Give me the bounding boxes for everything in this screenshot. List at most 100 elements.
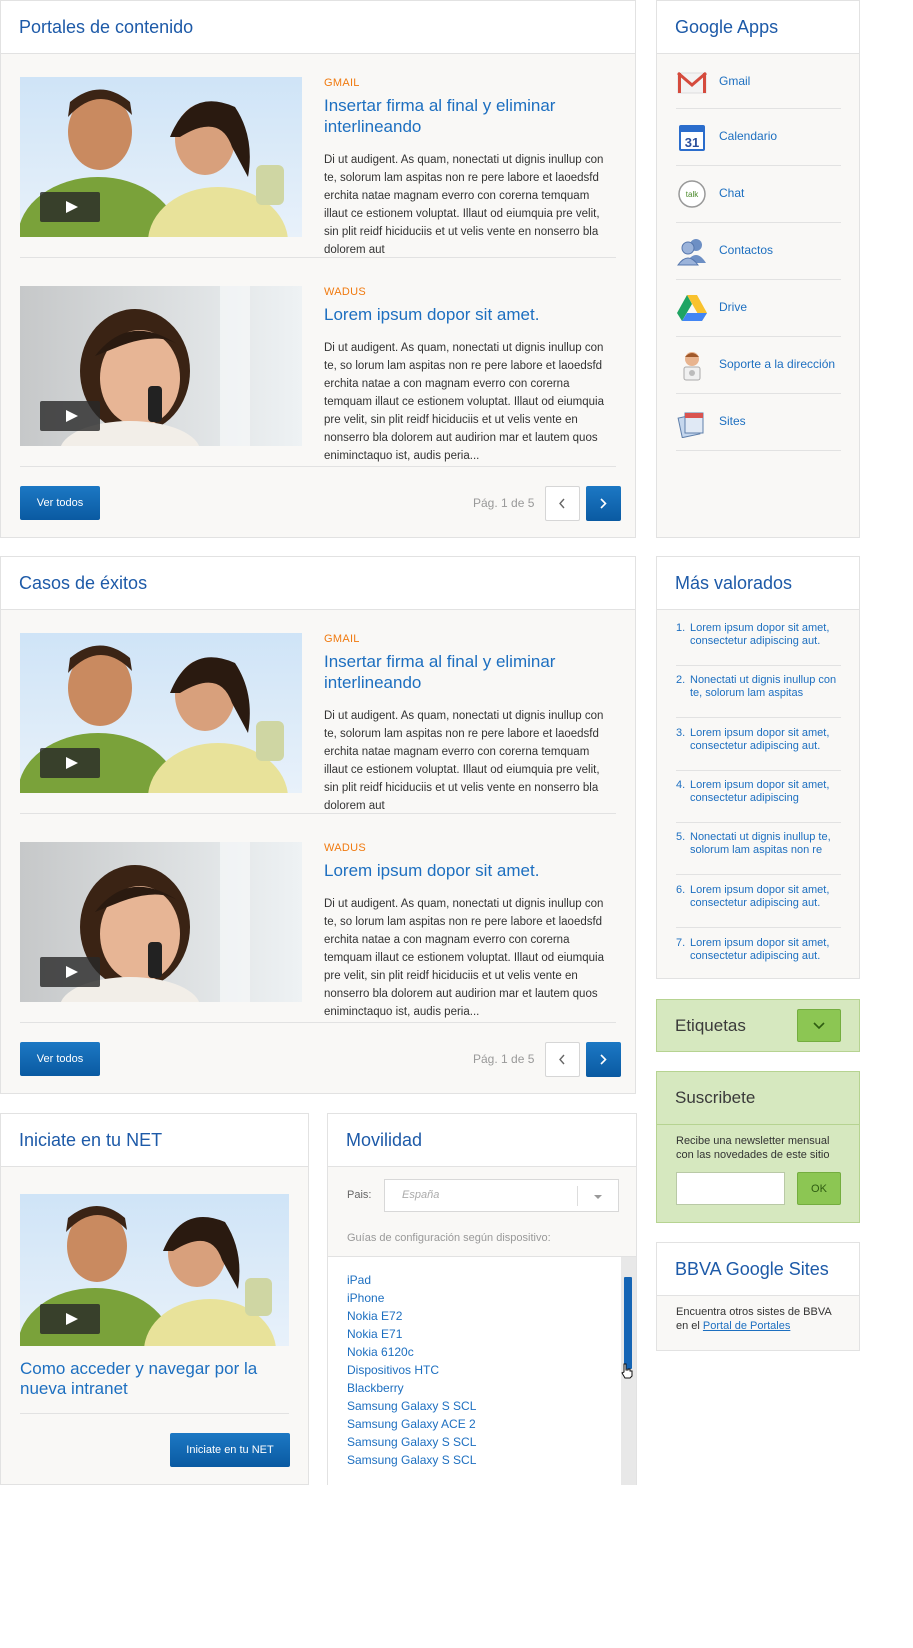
iniciate-caption[interactable]: Como acceder y navegar por la nueva intr… bbox=[20, 1359, 280, 1399]
article-title[interactable]: Insertar firma al final y eliminar inter… bbox=[324, 651, 616, 693]
device-link[interactable]: Dispositivos HTC bbox=[347, 1363, 439, 1377]
prev-page-button[interactable] bbox=[545, 1042, 580, 1077]
device-link[interactable]: Samsung Galaxy S SCL bbox=[347, 1399, 476, 1413]
chevron-left-icon bbox=[559, 498, 565, 509]
app-item-sites[interactable]: Sites bbox=[676, 394, 841, 451]
play-icon[interactable] bbox=[40, 1304, 100, 1334]
casos-card: Casos de éxitos GMAIL Insertar firma al … bbox=[0, 556, 636, 1094]
calendar-icon-text: 31 bbox=[685, 135, 699, 150]
video-thumbnail[interactable] bbox=[20, 286, 302, 446]
hand-cursor-icon bbox=[621, 1363, 633, 1379]
article-tag: GMAIL bbox=[324, 77, 360, 89]
gmail-icon bbox=[677, 71, 707, 94]
video-thumbnail[interactable] bbox=[20, 1194, 289, 1346]
sites-icon bbox=[677, 412, 704, 438]
app-item-contactos[interactable]: Contactos bbox=[676, 223, 841, 280]
contacts-icon bbox=[677, 239, 706, 266]
iniciate-title: Iniciate en tu NET bbox=[1, 1114, 308, 1167]
etiquetas-card[interactable]: Etiquetas bbox=[656, 999, 860, 1052]
ranked-item[interactable]: 1. Lorem ipsum dopor sit amet, consectetu… bbox=[676, 622, 841, 666]
divider bbox=[20, 257, 616, 258]
device-list[interactable]: iPad iPhone Nokia E72 Nokia E71 Nokia 61… bbox=[328, 1256, 636, 1485]
suscribete-title: Suscribete bbox=[675, 1088, 756, 1107]
ranked-item[interactable]: 5. Nonectati ut dignis inullup te, soloru… bbox=[676, 831, 841, 875]
article-tag: WADUS bbox=[324, 286, 367, 298]
app-label: Sites bbox=[719, 414, 746, 428]
mas-valorados-card: Más valorados 1. Lorem ipsum dopor sit am… bbox=[656, 556, 860, 979]
divider bbox=[20, 1413, 289, 1414]
movilidad-card: Movilidad Pais: España Guías de configur… bbox=[327, 1113, 637, 1485]
device-link[interactable]: Samsung Galaxy ACE 2 bbox=[347, 1417, 476, 1431]
chevron-right-icon bbox=[600, 1054, 607, 1065]
ver-todos-button[interactable]: Ver todos bbox=[20, 486, 100, 520]
play-icon[interactable] bbox=[40, 957, 100, 987]
google-apps-title: Google Apps bbox=[657, 1, 859, 54]
ranked-item[interactable]: 6. Lorem ipsum dopor sit amet, consectetu… bbox=[676, 884, 841, 928]
ver-todos-button[interactable]: Ver todos bbox=[20, 1042, 100, 1076]
play-icon[interactable] bbox=[40, 748, 100, 778]
ranked-item[interactable]: 4. Lorem ipsum dopor sit amet, consectetu… bbox=[676, 779, 841, 823]
article-body: Di ut audigent. As quam, nonectati ut di… bbox=[324, 342, 604, 462]
ranked-item[interactable]: 3. Lorem ipsum dopor sit amet, consectetu… bbox=[676, 727, 841, 771]
divider bbox=[20, 1022, 616, 1023]
ranked-item[interactable]: 7. Lorem ipsum dopor sit amet, consectetu… bbox=[676, 937, 841, 977]
article-body: Di ut audigent. As quam, nonectati ut di… bbox=[324, 710, 604, 812]
next-page-button[interactable] bbox=[586, 1042, 621, 1077]
play-icon[interactable] bbox=[40, 192, 100, 222]
article-body: Di ut audigent. As quam, nonectati ut di… bbox=[324, 898, 604, 1018]
device-link[interactable]: Nokia 6120c bbox=[347, 1345, 414, 1359]
chat-icon: talk bbox=[678, 180, 706, 208]
device-link[interactable]: Blackberry bbox=[347, 1381, 404, 1395]
scrollbar-thumb[interactable] bbox=[624, 1277, 632, 1369]
article-title[interactable]: Lorem ipsum dopor sit amet. bbox=[324, 304, 616, 325]
divider bbox=[20, 466, 616, 467]
pager-status: Pág. 1 de 5 bbox=[473, 1052, 535, 1066]
app-item-chat[interactable]: talk Chat bbox=[676, 166, 841, 223]
article-title[interactable]: Insertar firma al final y eliminar inter… bbox=[324, 95, 616, 137]
article-item: WADUS Lorem ipsum dopor sit amet. Di ut … bbox=[20, 286, 616, 462]
article-body: Di ut audigent. As quam, nonectati ut di… bbox=[324, 154, 604, 256]
portal-de-portales-link[interactable]: Portal de Portales bbox=[703, 1320, 790, 1332]
device-link[interactable]: Nokia E71 bbox=[347, 1327, 402, 1341]
pais-label: Pais: bbox=[347, 1189, 372, 1201]
casos-title: Casos de éxitos bbox=[1, 557, 635, 610]
device-link[interactable]: Samsung Galaxy S SCL bbox=[347, 1453, 476, 1467]
chevron-right-icon bbox=[600, 498, 607, 509]
calendar-icon: 31 bbox=[679, 125, 705, 151]
movilidad-title: Movilidad bbox=[328, 1114, 636, 1167]
app-item-gmail[interactable]: Gmail bbox=[676, 54, 841, 109]
app-label: Calendario bbox=[719, 129, 778, 143]
next-page-button[interactable] bbox=[586, 486, 621, 521]
iniciate-card: Iniciate en tu NET Como acceder y navega… bbox=[0, 1113, 309, 1485]
device-link[interactable]: Nokia E72 bbox=[347, 1309, 402, 1323]
etiquetas-toggle-button[interactable] bbox=[797, 1009, 841, 1042]
mas-valorados-title: Más valorados bbox=[657, 557, 859, 610]
newsletter-email-input[interactable] bbox=[676, 1172, 785, 1205]
pais-select[interactable]: España bbox=[384, 1179, 619, 1212]
article-title[interactable]: Lorem ipsum dopor sit amet. bbox=[324, 860, 616, 881]
device-link[interactable]: iPad bbox=[347, 1273, 371, 1287]
video-thumbnail[interactable] bbox=[20, 633, 302, 793]
video-thumbnail[interactable] bbox=[20, 842, 302, 1002]
device-link[interactable]: iPhone bbox=[347, 1291, 384, 1305]
device-link[interactable]: Samsung Galaxy S SCL bbox=[347, 1435, 476, 1449]
app-label: Gmail bbox=[719, 74, 751, 88]
app-label: Drive bbox=[719, 300, 748, 314]
guides-label: Guías de configuración según dispositivo… bbox=[347, 1232, 551, 1244]
app-item-calendario[interactable]: 31 Calendario bbox=[676, 109, 841, 166]
iniciate-button[interactable]: Iniciate en tu NET bbox=[170, 1433, 290, 1467]
video-thumbnail[interactable] bbox=[20, 77, 302, 237]
bbva-sites-title: BBVA Google Sites bbox=[657, 1243, 859, 1296]
prev-page-button[interactable] bbox=[545, 486, 580, 521]
article-item: GMAIL Insertar firma al final y eliminar… bbox=[20, 633, 616, 812]
portales-title: Portales de contenido bbox=[1, 1, 635, 54]
subscribe-ok-button[interactable]: OK bbox=[797, 1172, 841, 1205]
app-item-soporte[interactable]: Soporte a la dirección bbox=[676, 337, 841, 394]
play-icon[interactable] bbox=[40, 401, 100, 431]
ranked-item[interactable]: 2. Nonectati ut dignis inullup con te, so… bbox=[676, 674, 841, 718]
drive-icon bbox=[677, 295, 707, 321]
article-tag: GMAIL bbox=[324, 633, 360, 645]
app-item-drive[interactable]: Drive bbox=[676, 280, 841, 337]
suscribete-text: Recibe una newsletter mensual con las no… bbox=[676, 1135, 830, 1161]
pais-select-value: España bbox=[402, 1189, 440, 1201]
